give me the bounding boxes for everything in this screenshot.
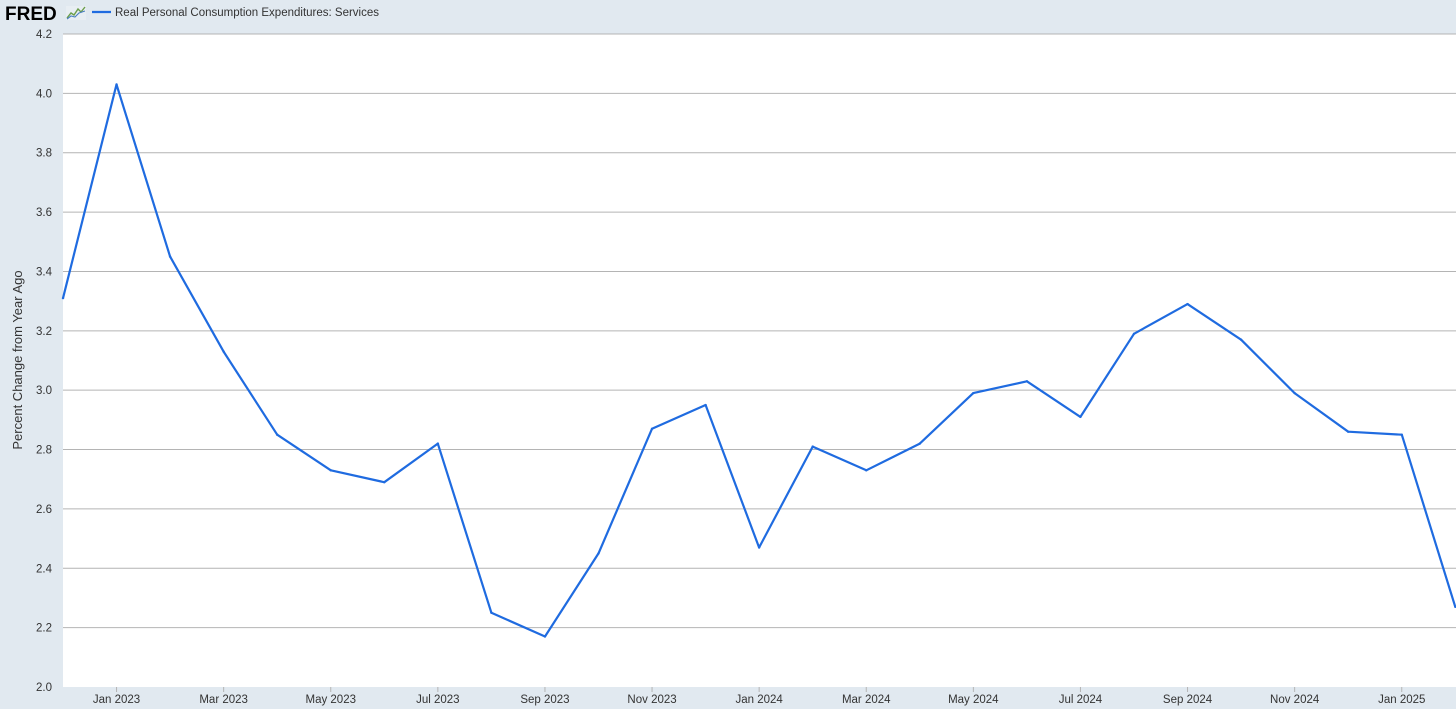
- fred-logo-chart-icon: [66, 6, 86, 20]
- data-point[interactable]: [222, 350, 225, 353]
- data-point[interactable]: [1239, 338, 1243, 341]
- plot-area: [63, 34, 1456, 687]
- x-tick-label: Nov 2024: [1270, 694, 1320, 706]
- x-tick-label: Jan 2023: [93, 694, 140, 706]
- data-point[interactable]: [168, 255, 172, 258]
- chart: FRED Real Personal Consumption Expenditu…: [5, 4, 1456, 706]
- data-point[interactable]: [543, 635, 547, 638]
- data-point[interactable]: [811, 445, 814, 448]
- y-tick-label: 2.0: [36, 682, 52, 694]
- data-point[interactable]: [597, 552, 600, 555]
- y-tick-label: 3.0: [36, 385, 52, 397]
- data-point[interactable]: [1079, 415, 1082, 419]
- data-point[interactable]: [1132, 332, 1136, 335]
- x-tick-label: Mar 2023: [199, 694, 248, 706]
- y-axis-label: Percent Change from Year Ago: [10, 270, 25, 449]
- fred-logo[interactable]: FRED: [5, 4, 86, 25]
- data-point[interactable]: [1400, 433, 1403, 436]
- x-tick-label: Jan 2025: [1378, 694, 1425, 706]
- data-point[interactable]: [757, 546, 761, 549]
- x-axis-ticks: Jan 2023 Mar 2023 May 2023 Jul 2023 Sep 2023…: [93, 687, 1425, 706]
- y-axis-ticks: 2.0 2.2 2.4 2.6 2.8 3.0 3.2 3.4 3.6 3.8 4.0 4.2: [36, 29, 53, 694]
- y-tick-label: 2.4: [36, 563, 53, 575]
- data-point[interactable]: [276, 433, 279, 436]
- x-tick-label: Nov 2023: [627, 694, 676, 706]
- data-point[interactable]: [1293, 391, 1296, 395]
- x-tick-label: May 2023: [305, 694, 356, 706]
- legend-label: Real Personal Consumption Expenditures: …: [115, 7, 379, 19]
- data-point[interactable]: [918, 442, 921, 445]
- y-tick-label: 4.0: [36, 88, 52, 100]
- data-point[interactable]: [1186, 302, 1189, 306]
- x-tick-label: Sep 2024: [1163, 694, 1213, 706]
- data-point[interactable]: [490, 611, 493, 614]
- data-point[interactable]: [1347, 430, 1350, 433]
- data-point[interactable]: [383, 480, 386, 484]
- y-tick-label: 3.6: [36, 207, 52, 219]
- data-point[interactable]: [329, 469, 332, 472]
- y-tick-label: 3.2: [36, 326, 52, 338]
- data-point[interactable]: [115, 83, 118, 86]
- y-tick-label: 2.6: [36, 504, 52, 516]
- y-tick-label: 3.4: [36, 266, 53, 278]
- x-tick-label: Jul 2023: [416, 694, 459, 706]
- data-point[interactable]: [865, 469, 868, 472]
- data-point[interactable]: [972, 391, 975, 395]
- x-tick-label: May 2024: [948, 694, 999, 706]
- x-tick-label: Jan 2024: [735, 694, 783, 706]
- data-point[interactable]: [1025, 380, 1029, 383]
- y-tick-label: 3.8: [36, 148, 52, 160]
- x-tick-label: Mar 2024: [842, 694, 891, 706]
- y-tick-label: 2.8: [36, 445, 52, 457]
- data-point[interactable]: [650, 427, 654, 430]
- data-point[interactable]: [61, 296, 65, 300]
- x-tick-label: Jul 2024: [1059, 694, 1103, 706]
- y-tick-label: 2.2: [36, 623, 52, 635]
- fred-logo-text: FRED: [5, 4, 57, 25]
- y-tick-label: 4.2: [36, 29, 52, 41]
- data-point[interactable]: [436, 442, 440, 445]
- data-point[interactable]: [704, 403, 707, 407]
- legend[interactable]: Real Personal Consumption Expenditures: …: [92, 7, 379, 19]
- x-tick-label: Sep 2023: [520, 694, 569, 706]
